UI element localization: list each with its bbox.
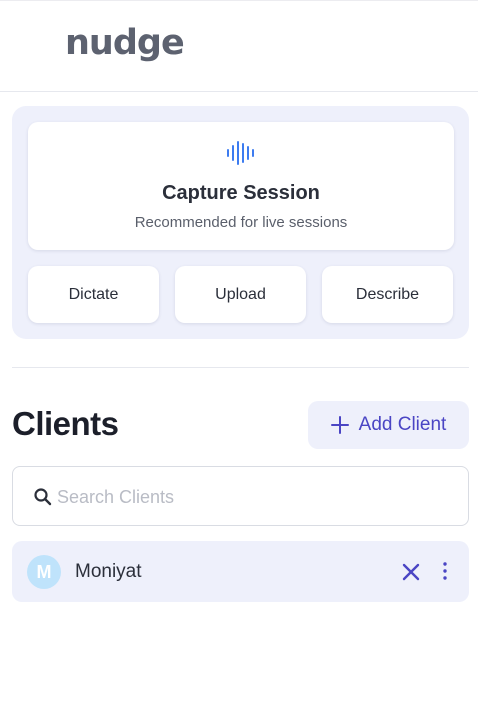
- plus-icon: [330, 416, 349, 434]
- client-name: Moniyat: [75, 561, 142, 582]
- search-clients-input[interactable]: [57, 481, 447, 513]
- app-header: nudge: [0, 0, 478, 92]
- clients-heading: Clients: [12, 405, 119, 442]
- audio-waveform-icon: [227, 141, 254, 165]
- more-vertical-icon[interactable]: [439, 560, 451, 582]
- upload-button[interactable]: Upload: [175, 266, 306, 323]
- capture-session-card[interactable]: Capture Session Recommended for live ses…: [28, 122, 454, 250]
- capture-session-subtitle: Recommended for live sessions: [134, 214, 348, 231]
- capture-panel: Capture Session Recommended for live ses…: [12, 106, 469, 339]
- dictate-button[interactable]: Dictate: [28, 266, 159, 323]
- describe-button[interactable]: Describe: [322, 266, 453, 323]
- section-divider: [12, 367, 469, 368]
- search-clients-box: [12, 466, 469, 526]
- app-logo[interactable]: nudge: [65, 23, 185, 63]
- add-client-button[interactable]: Add Client: [308, 401, 469, 449]
- add-client-label: Add Client: [358, 414, 447, 435]
- client-list-item[interactable]: M Moniyat: [12, 541, 469, 602]
- remove-client-close-icon[interactable]: [401, 562, 421, 582]
- capture-session-title: Capture Session: [162, 182, 320, 204]
- search-icon: [34, 488, 52, 506]
- avatar: M: [27, 555, 61, 589]
